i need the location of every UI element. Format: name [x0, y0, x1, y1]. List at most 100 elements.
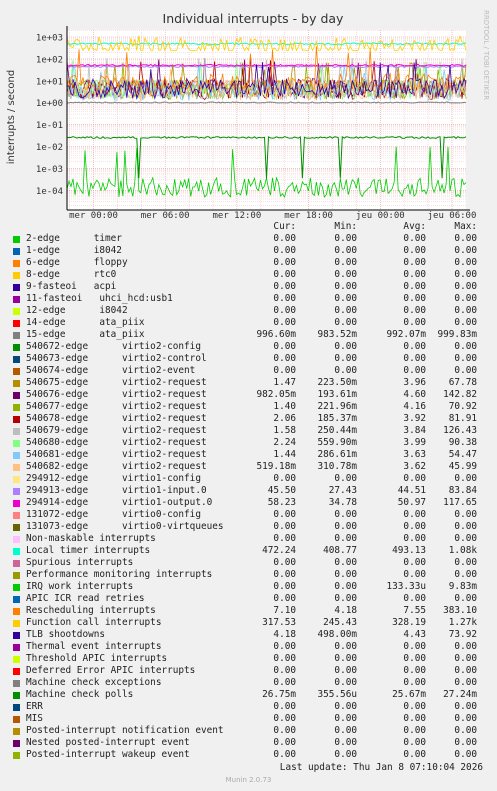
legend-value: 7.10	[273, 605, 296, 616]
col-header-min: Min:	[334, 221, 357, 232]
legend-swatch	[13, 452, 20, 459]
legend-row: 2-edge timer 0.00 0.00 0.00 0.00	[0, 233, 497, 245]
legend-value: 0.00	[273, 665, 296, 676]
legend-value: 1.40	[273, 401, 296, 412]
legend-value: 0.00	[273, 641, 296, 652]
legend-swatch	[13, 368, 20, 375]
legend-value: 0.00	[273, 653, 296, 664]
legend-value: 0.00	[454, 257, 477, 268]
legend-label: Machine check exceptions	[26, 677, 162, 688]
legend-value: 0.00	[273, 749, 296, 760]
legend-value: 0.00	[334, 677, 357, 688]
legend-value: 0.00	[454, 317, 477, 328]
legend-row: TLB shootdowns 4.18 498.00m 4.43 73.92	[0, 629, 497, 641]
legend-label: 540678-edge virtio2-request	[26, 413, 207, 424]
legend-row: Performance monitoring interrupts 0.00 0.0…	[0, 569, 497, 581]
legend-value: 67.78	[448, 377, 477, 388]
legend-value: 0.00	[454, 233, 477, 244]
legend-row: 540677-edge virtio2-request 1.40 221.96m 4.…	[0, 401, 497, 413]
legend-value: 0.00	[334, 257, 357, 268]
legend-value: 383.10	[443, 605, 477, 616]
legend-value: 0.00	[273, 509, 296, 520]
legend-row: IRQ work interrupts 0.00 0.00 133.33u 9.83m	[0, 581, 497, 593]
legend-value: 0.00	[334, 737, 357, 748]
legend-value: 0.00	[454, 281, 477, 292]
legend-row: Threshold APIC interrupts 0.00 0.00 0.00 0.0…	[0, 653, 497, 665]
legend-value: 310.78m	[317, 461, 357, 472]
y-tick-label: 1e+02	[36, 55, 63, 65]
y-tick-label: 1e-03	[36, 165, 63, 175]
legend-row: Function call interrupts 317.53 245.43 328.…	[0, 617, 497, 629]
legend-value: 81.91	[448, 413, 477, 424]
legend-row: Deferred Error APIC interrupts 0.00 0.00 0.…	[0, 665, 497, 677]
legend-value: 126.43	[443, 425, 477, 436]
legend-value: 0.00	[273, 701, 296, 712]
legend-swatch	[13, 632, 20, 639]
legend-value: 0.00	[273, 281, 296, 292]
legend-label: Function call interrupts	[26, 617, 162, 628]
legend-row: Nested posted-interrupt event 0.00 0.00 0.0…	[0, 737, 497, 749]
legend-value: 0.00	[334, 233, 357, 244]
legend-value: 0.00	[273, 581, 296, 592]
legend-swatch	[13, 464, 20, 471]
legend-value: 0.00	[454, 305, 477, 316]
legend-swatch	[13, 392, 20, 399]
legend-value: 0.00	[454, 737, 477, 748]
legend-swatch	[13, 560, 20, 567]
legend-value: 0.00	[454, 749, 477, 760]
legend-row: 540681-edge virtio2-request 1.44 286.61m 3.…	[0, 449, 497, 461]
legend-value: 0.00	[334, 701, 357, 712]
legend-value: 0.00	[454, 665, 477, 676]
legend-label: Posted-interrupt wakeup event	[26, 749, 190, 760]
legend-value: 0.00	[273, 593, 296, 604]
legend-value: 498.00m	[317, 629, 357, 640]
legend-value: 1.47	[273, 377, 296, 388]
legend-label: TLB shootdowns	[26, 629, 106, 640]
legend-value: 2.24	[273, 437, 296, 448]
legend-swatch	[13, 704, 20, 711]
legend-swatch	[13, 380, 20, 387]
legend-row: 11-fasteoi uhci_hcd:usb1 0.00 0.00 0.00 0.00	[0, 293, 497, 305]
legend-swatch	[13, 488, 20, 495]
side-watermark: RRDTOOL / TOBI OETIKER	[482, 10, 490, 100]
legend-value: 0.00	[273, 521, 296, 532]
legend-value: 0.00	[454, 653, 477, 664]
legend-value: 0.00	[454, 341, 477, 352]
legend-label: Performance monitoring interrupts	[26, 569, 213, 580]
legend-value: 1.27k	[448, 617, 477, 628]
legend-swatch	[13, 260, 20, 267]
legend-value: 999.83m	[437, 329, 477, 340]
legend-swatch	[13, 416, 20, 423]
legend-value: 0.00	[454, 509, 477, 520]
legend-row: 9-fasteoi acpi 0.00 0.00 0.00 0.00	[0, 281, 497, 293]
legend-value: 0.00	[273, 341, 296, 352]
legend-swatch	[13, 548, 20, 555]
legend-value: 0.00	[334, 665, 357, 676]
legend-value: 0.00	[334, 353, 357, 364]
legend-swatch	[13, 512, 20, 519]
y-axis-label: interrupts / second	[6, 70, 17, 164]
legend-value: 0.00	[334, 653, 357, 664]
legend-value: 142.82	[443, 389, 477, 400]
legend-value: 0.00	[273, 677, 296, 688]
legend-swatch	[13, 236, 20, 243]
legend-swatch	[13, 692, 20, 699]
legend-value: 0.00	[454, 245, 477, 256]
legend-row: Machine check polls 26.75m 355.56u 25.67m 27…	[0, 689, 497, 701]
legend-label: Spurious interrupts	[26, 557, 134, 568]
legend-value: 0.00	[454, 353, 477, 364]
legend-value: 408.77	[323, 545, 357, 556]
legend-value: 0.00	[454, 533, 477, 544]
legend-value: 83.84	[448, 485, 477, 496]
legend-row: APIC ICR read retries 0.00 0.00 0.00 0.00	[0, 593, 497, 605]
legend-row: 14-edge ata_piix 0.00 0.00 0.00 0.00	[0, 317, 497, 329]
legend-label: Non-maskable interrupts	[26, 533, 156, 544]
legend-value: 0.00	[273, 305, 296, 316]
legend-value: 54.47	[448, 449, 477, 460]
legend-row: Non-maskable interrupts 0.00 0.00 0.00 0.00	[0, 533, 497, 545]
legend-value: 221.96m	[317, 401, 357, 412]
legend-value: 0.00	[334, 269, 357, 280]
legend-value: 34.78	[328, 497, 357, 508]
chart-svg: 1e+03 1e+02 1e+01 1e+00 1e-01 1e-02 1e-03 1e-04…	[0, 0, 497, 221]
legend-label: 9-fasteoi acpi	[26, 281, 117, 292]
